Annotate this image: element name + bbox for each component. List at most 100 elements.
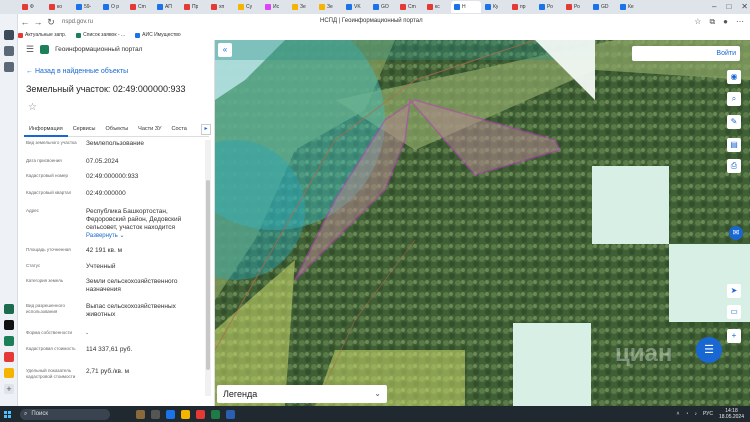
search-tool-icon[interactable]: ⌕: [727, 92, 741, 106]
basemap-icon[interactable]: ▭: [727, 305, 741, 319]
app-icon-5[interactable]: [4, 368, 14, 378]
tab-favicon-icon: [238, 4, 244, 10]
start-button[interactable]: [0, 406, 14, 422]
taskbar-search[interactable]: ⌕ Поиск: [20, 408, 110, 420]
info-tool-icon[interactable]: ✉: [729, 226, 743, 240]
hamburger-icon[interactable]: ☰: [26, 44, 34, 55]
browser-tab[interactable]: GD: [590, 1, 616, 13]
tab-favicon-icon: [49, 4, 55, 10]
browser-tab[interactable]: Су: [235, 1, 261, 13]
collapse-panel-button[interactable]: «: [218, 43, 232, 57]
browser-tab[interactable]: Ф: [19, 1, 45, 13]
expand-address-link[interactable]: Развернуть: [86, 233, 118, 239]
tab-favicon-icon: [103, 4, 109, 10]
browser-tab[interactable]: Cm: [127, 1, 153, 13]
browser-tab[interactable]: хп: [208, 1, 234, 13]
browser-tab[interactable]: Зе: [289, 1, 315, 13]
panel-tab[interactable]: Сервисы: [68, 123, 101, 137]
chevron-up-icon[interactable]: ˄: [677, 411, 680, 417]
browser-tab[interactable]: Ке: [617, 1, 643, 13]
portal-name: Геоинформационный портал: [55, 46, 143, 53]
maximize-icon[interactable]: □: [726, 2, 731, 11]
browser-tab[interactable]: АП: [154, 1, 180, 13]
bookmark-item[interactable]: АИС Имущество: [135, 32, 181, 38]
tab-title: Н: [462, 4, 466, 10]
browser-tab[interactable]: Ро: [563, 1, 589, 13]
edge-icon[interactable]: [166, 409, 175, 419]
layers-tool-icon[interactable]: ◉: [727, 70, 741, 84]
widget-icon[interactable]: [136, 409, 145, 419]
chevron-down-icon: ⌄: [374, 389, 381, 398]
browser-tab[interactable]: Иc: [262, 1, 288, 13]
browser-tab[interactable]: Ро: [536, 1, 562, 13]
browser-tab[interactable]: Зе: [316, 1, 342, 13]
browser-tab[interactable]: Cm: [397, 1, 423, 13]
map-view[interactable]: « Войти ◉ ⌕ ✎ ▤ ⎙ ✉ ➤ ▭ + ☰ циан Легенда…: [215, 40, 750, 406]
measure-tool-icon[interactable]: ▤: [727, 138, 741, 152]
favorite-star-icon[interactable]: ☆: [28, 102, 37, 113]
browser-tab-strip: Фко 59- О р Cm АП Пр хп Су Иc Зе Зе VK GO Cm кс Н Ку пр Ро…: [0, 0, 750, 14]
yandex-icon[interactable]: [196, 409, 205, 419]
browser-tab[interactable]: кс: [424, 1, 450, 13]
extensions-icon[interactable]: ⧉: [709, 17, 715, 27]
reload-icon[interactable]: ↻: [46, 17, 56, 28]
chevron-down-icon[interactable]: ⌄: [118, 233, 124, 239]
favorites-icon[interactable]: [4, 46, 14, 56]
history-icon[interactable]: [4, 62, 14, 72]
clock[interactable]: 14:18 18.05.2024: [719, 408, 744, 420]
property-value: -: [86, 330, 89, 337]
home-icon[interactable]: [4, 30, 14, 40]
panel-tab[interactable]: Информация: [24, 123, 68, 137]
browser-tab[interactable]: VK: [343, 1, 369, 13]
forward-icon[interactable]: →: [33, 17, 43, 27]
browser-tab[interactable]: Пр: [181, 1, 207, 13]
panel-tab[interactable]: Соста: [167, 123, 192, 137]
chat-icon[interactable]: ☰: [696, 337, 722, 363]
print-tool-icon[interactable]: ⎙: [727, 159, 741, 173]
panel-tab[interactable]: Части ЗУ: [133, 123, 166, 137]
bookmark-label: Актуальные запр.: [25, 32, 67, 38]
minimize-icon[interactable]: –: [712, 2, 716, 11]
task-view-icon[interactable]: [151, 409, 160, 419]
panel-scrollbar[interactable]: [205, 140, 211, 396]
browser-tab[interactable]: пр: [509, 1, 535, 13]
bookmark-item[interactable]: Актуальные запр.: [18, 32, 66, 38]
app-icon-3[interactable]: [4, 336, 14, 346]
browser-tab[interactable]: Ку: [482, 1, 508, 13]
browser-tab[interactable]: Н: [451, 1, 481, 13]
tile-gap: [592, 166, 669, 244]
star-icon[interactable]: ☆: [694, 17, 701, 27]
browser-tab[interactable]: ко: [46, 1, 72, 13]
scrollbar-thumb[interactable]: [206, 180, 210, 370]
url-field[interactable]: nspd.gov.ru: [62, 19, 93, 25]
menu-icon[interactable]: ⋯: [736, 17, 744, 27]
locate-icon[interactable]: ➤: [727, 284, 741, 298]
edit-tool-icon[interactable]: ✎: [727, 115, 741, 129]
close-icon[interactable]: ✕: [741, 2, 748, 11]
browser-tab[interactable]: О р: [100, 1, 126, 13]
zoom-in-icon[interactable]: +: [727, 329, 741, 343]
property-label: Адрес: [26, 208, 39, 213]
legend-toggle[interactable]: Легенда ⌄: [217, 385, 387, 403]
app-icon-2[interactable]: [4, 320, 14, 330]
volume-icon[interactable]: ♪: [694, 411, 697, 417]
word-icon[interactable]: [226, 409, 235, 419]
tab-title: Ро: [547, 4, 553, 10]
explorer-icon[interactable]: [181, 409, 190, 419]
language-indicator[interactable]: РУС: [703, 411, 713, 417]
back-to-results-link[interactable]: ← Назад в найденные объекты: [26, 68, 128, 75]
taskbar: ⌕ Поиск ˄ ◔ ♪ РУС 14:18 18.05.2024: [0, 406, 750, 422]
profile-icon[interactable]: ●: [723, 17, 728, 27]
browser-tab[interactable]: GO: [370, 1, 396, 13]
panel-tab[interactable]: Объекты: [100, 123, 133, 137]
login-button[interactable]: Войти: [632, 46, 740, 61]
tabs-scroll-right-icon[interactable]: ▸: [201, 124, 211, 135]
app-icon-4[interactable]: [4, 352, 14, 362]
app-icon-1[interactable]: [4, 304, 14, 314]
excel-icon[interactable]: [211, 409, 220, 419]
add-icon[interactable]: +: [4, 384, 14, 394]
browser-tab[interactable]: 59-: [73, 1, 99, 13]
network-icon[interactable]: ◔: [685, 411, 688, 417]
bookmark-item[interactable]: Список заявок - ...: [76, 32, 125, 38]
back-icon[interactable]: ←: [20, 17, 30, 27]
